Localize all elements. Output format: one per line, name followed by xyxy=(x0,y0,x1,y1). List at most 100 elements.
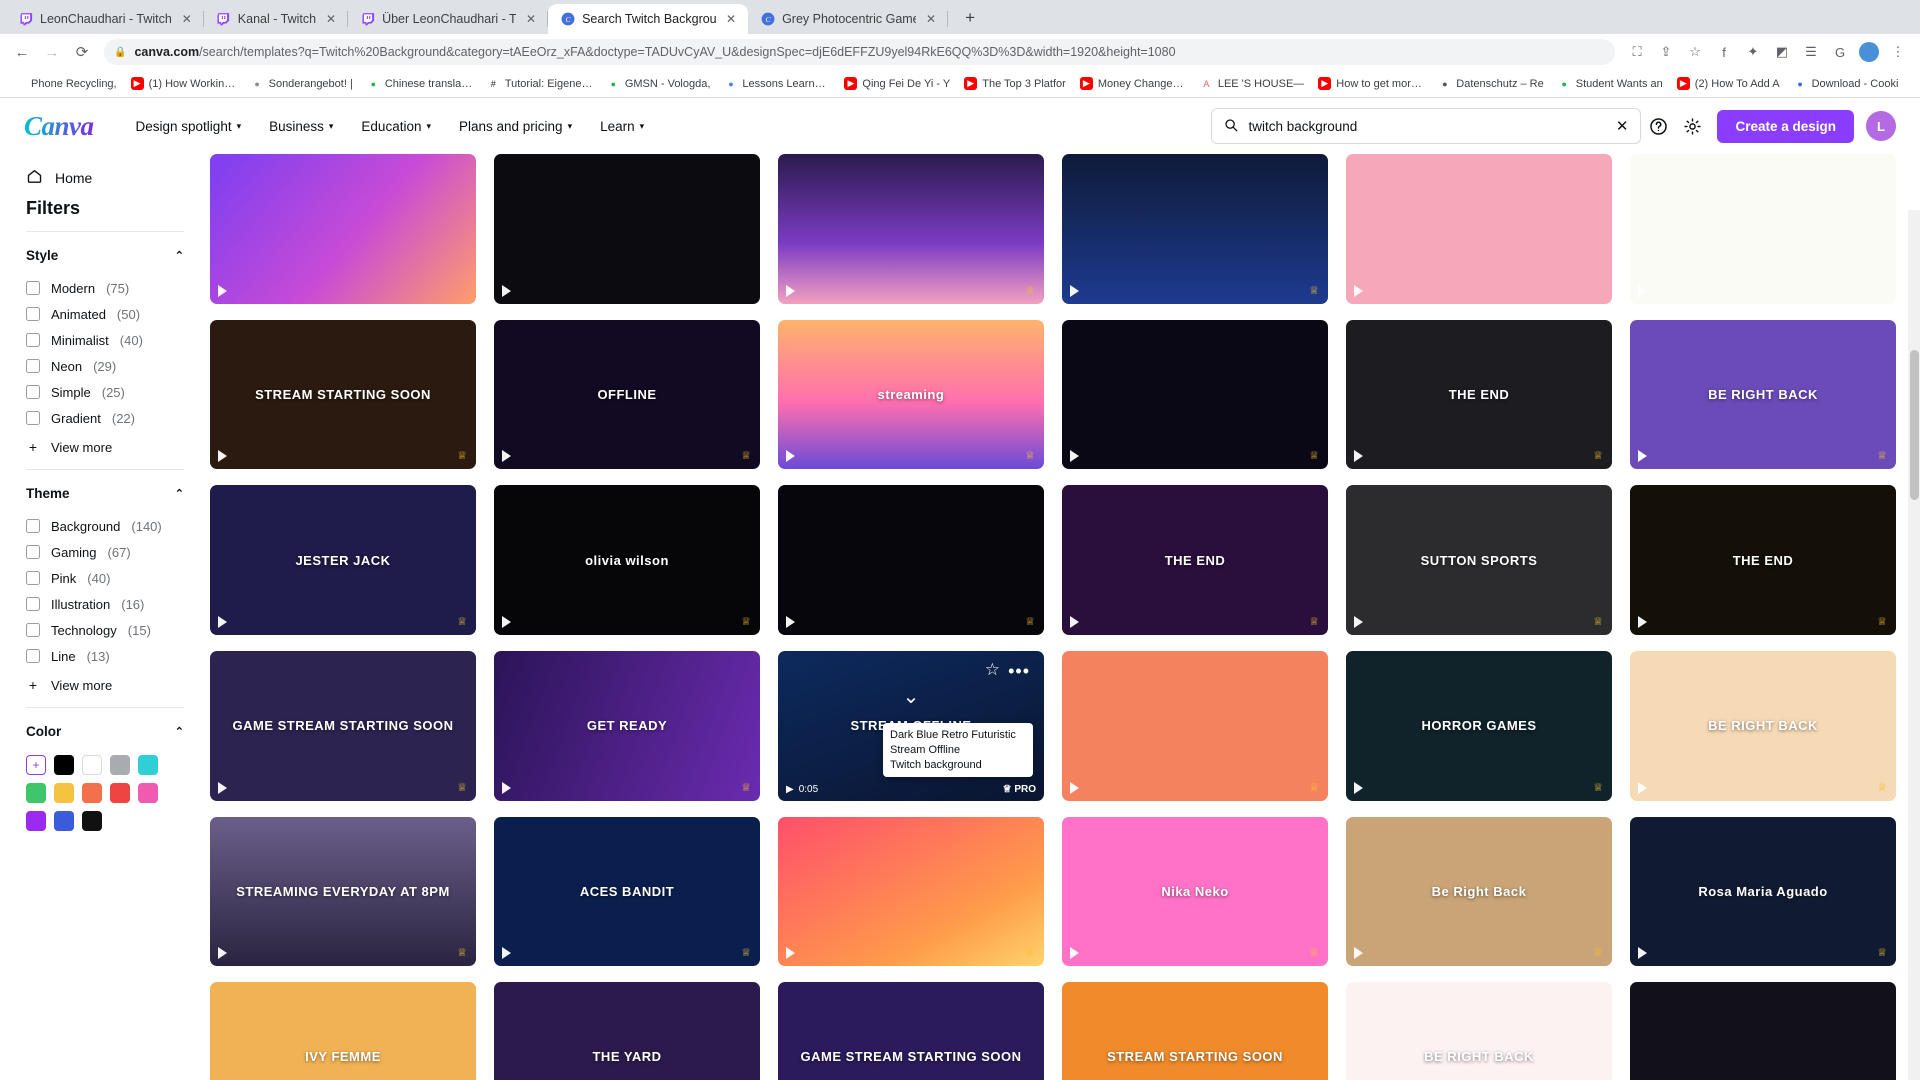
browser-tab[interactable]: Über LeonChaudhari - Twitch ✕ xyxy=(348,4,549,34)
chevron-up-icon[interactable]: ⌃ xyxy=(175,487,184,500)
play-icon[interactable] xyxy=(1638,615,1647,628)
filter-option[interactable]: Pink (40) xyxy=(26,565,184,591)
color-swatch[interactable] xyxy=(138,755,158,775)
bookmark-item[interactable]: ▶ (1) How Working a xyxy=(124,73,244,95)
template-card[interactable]: ♕ xyxy=(1630,982,1896,1080)
template-card[interactable] xyxy=(1630,154,1896,304)
profile-avatar[interactable] xyxy=(1859,42,1879,62)
template-card[interactable]: BE RIGHT BACK♕ xyxy=(1630,650,1896,801)
play-icon[interactable]: ▶ xyxy=(786,784,794,795)
play-icon[interactable] xyxy=(502,615,511,628)
checkbox[interactable] xyxy=(26,649,40,663)
filter-section-header[interactable]: Theme ⌃ xyxy=(26,486,184,501)
template-card[interactable]: GAME STREAM STARTING SOON♕ xyxy=(778,982,1044,1080)
bookmark-item[interactable]: ▶ (2) How To Add A xyxy=(1670,73,1787,95)
play-icon[interactable] xyxy=(786,450,795,463)
play-icon[interactable] xyxy=(1354,781,1363,794)
color-swatch[interactable] xyxy=(26,811,46,831)
template-card[interactable]: IVY FEMME♕ xyxy=(210,982,476,1080)
bookmark-item[interactable]: ▶ The Top 3 Platfor xyxy=(957,73,1073,95)
template-card[interactable] xyxy=(1346,154,1612,304)
color-swatch[interactable] xyxy=(110,783,130,803)
play-icon[interactable] xyxy=(786,947,795,960)
color-swatch[interactable] xyxy=(138,783,158,803)
close-icon[interactable]: ✕ xyxy=(323,11,339,27)
color-swatch[interactable] xyxy=(54,783,74,803)
filter-option[interactable]: Simple (25) xyxy=(26,379,184,405)
template-card[interactable]: STREAM STARTING SOON♕ xyxy=(1062,982,1328,1080)
template-card[interactable]: BE RIGHT BACK♕ xyxy=(1630,319,1896,470)
template-card[interactable]: streaming ♕ xyxy=(778,319,1044,470)
header-nav-item[interactable]: Design spotlight ▾ xyxy=(122,111,256,142)
grammarly-icon[interactable]: G xyxy=(1826,38,1854,66)
browser-tab[interactable]: C Search Twitch Background - C ✕ xyxy=(548,4,749,34)
color-section-header[interactable]: Color ⌃ xyxy=(26,724,184,739)
template-card[interactable]: SUTTON SPORTS ♕ xyxy=(1346,485,1612,635)
extension-icon[interactable]: ◩ xyxy=(1768,38,1796,66)
checkbox[interactable] xyxy=(26,597,40,611)
template-card[interactable]: BE RIGHT BACK♕ xyxy=(1346,982,1612,1080)
play-icon[interactable] xyxy=(218,781,227,794)
close-icon[interactable]: ✕ xyxy=(523,11,539,27)
header-nav-item[interactable]: Business ▾ xyxy=(255,111,347,142)
page-scrollbar[interactable] xyxy=(1908,210,1920,1080)
facebook-ext-icon[interactable]: f xyxy=(1710,38,1738,66)
play-icon[interactable] xyxy=(1354,615,1363,628)
bookmark-star-icon[interactable]: ☆ xyxy=(1681,38,1709,66)
filter-option[interactable]: Background (140) xyxy=(26,513,184,539)
play-icon[interactable] xyxy=(1638,781,1647,794)
create-design-button[interactable]: Create a design xyxy=(1717,109,1854,143)
header-nav-item[interactable]: Education ▾ xyxy=(347,111,445,142)
play-icon[interactable] xyxy=(1638,947,1647,960)
bookmark-item[interactable]: ▶ Money Changes E xyxy=(1073,73,1193,95)
search-input[interactable] xyxy=(1248,118,1606,134)
more-options-icon[interactable]: ••• xyxy=(1008,661,1030,682)
template-card[interactable]: THE END ♕ xyxy=(1062,485,1328,635)
checkbox[interactable] xyxy=(26,359,40,373)
browser-tab[interactable]: Kanal - Twitch ✕ xyxy=(204,4,349,34)
play-icon[interactable] xyxy=(218,450,227,463)
template-card[interactable]: GAME STREAM STARTING SOON♕ xyxy=(210,650,476,801)
filter-option[interactable]: Line (13) xyxy=(26,643,184,669)
color-swatch[interactable] xyxy=(82,783,102,803)
back-icon[interactable]: ← xyxy=(8,38,36,66)
browser-tab[interactable]: C Grey Photocentric Game Night ✕ xyxy=(748,4,949,34)
template-card[interactable]: GET READY ♕ xyxy=(494,650,760,801)
bookmark-item[interactable]: # Tutorial: Eigene Fa xyxy=(480,73,600,95)
header-nav-item[interactable]: Plans and pricing ▾ xyxy=(445,111,586,142)
play-icon[interactable] xyxy=(1354,284,1363,297)
checkbox[interactable] xyxy=(26,281,40,295)
filter-option[interactable]: Modern (75) xyxy=(26,275,184,301)
color-swatch[interactable] xyxy=(26,783,46,803)
play-icon[interactable] xyxy=(1354,947,1363,960)
avatar[interactable]: L xyxy=(1866,111,1896,141)
template-card[interactable]: ♕ xyxy=(778,816,1044,967)
forward-icon[interactable]: → xyxy=(38,38,66,66)
template-card[interactable]: ♕ xyxy=(1062,650,1328,801)
checkbox[interactable] xyxy=(26,307,40,321)
bookmark-item[interactable]: ● Student Wants an xyxy=(1551,73,1670,95)
color-swatch[interactable] xyxy=(54,811,74,831)
play-icon[interactable] xyxy=(786,284,795,297)
filter-section-header[interactable]: Style ⌃ xyxy=(26,248,184,263)
template-card[interactable]: Rosa Maria Aguado ♕ xyxy=(1630,816,1896,967)
bookmark-item[interactable]: A LEE 'S HOUSE— xyxy=(1193,73,1311,95)
close-icon[interactable]: ✕ xyxy=(179,11,195,27)
bookmark-item[interactable]: ● Chinese translatio xyxy=(360,73,480,95)
template-card[interactable]: THE END ♕ xyxy=(1346,319,1612,470)
template-card[interactable]: HORROR GAMES ♕ xyxy=(1346,650,1612,801)
checkbox[interactable] xyxy=(26,411,40,425)
chrome-menu-icon[interactable]: ⋮ xyxy=(1884,38,1912,66)
filter-option[interactable]: Neon (29) xyxy=(26,353,184,379)
template-card[interactable]: ♕ xyxy=(778,154,1044,304)
translate-icon[interactable]: ⛶ xyxy=(1623,38,1651,66)
template-card[interactable]: Nika Neko ♕ xyxy=(1062,816,1328,967)
play-icon[interactable] xyxy=(218,947,227,960)
checkbox[interactable] xyxy=(26,385,40,399)
bookmark-item[interactable]: ● Sonderangebot! | xyxy=(244,73,360,95)
address-bar[interactable]: 🔒 canva.com/search/templates?q=Twitch%20… xyxy=(104,39,1615,65)
play-icon[interactable] xyxy=(786,615,795,628)
play-icon[interactable] xyxy=(1638,284,1647,297)
close-icon[interactable]: ✕ xyxy=(923,11,939,27)
color-swatch[interactable] xyxy=(54,755,74,775)
